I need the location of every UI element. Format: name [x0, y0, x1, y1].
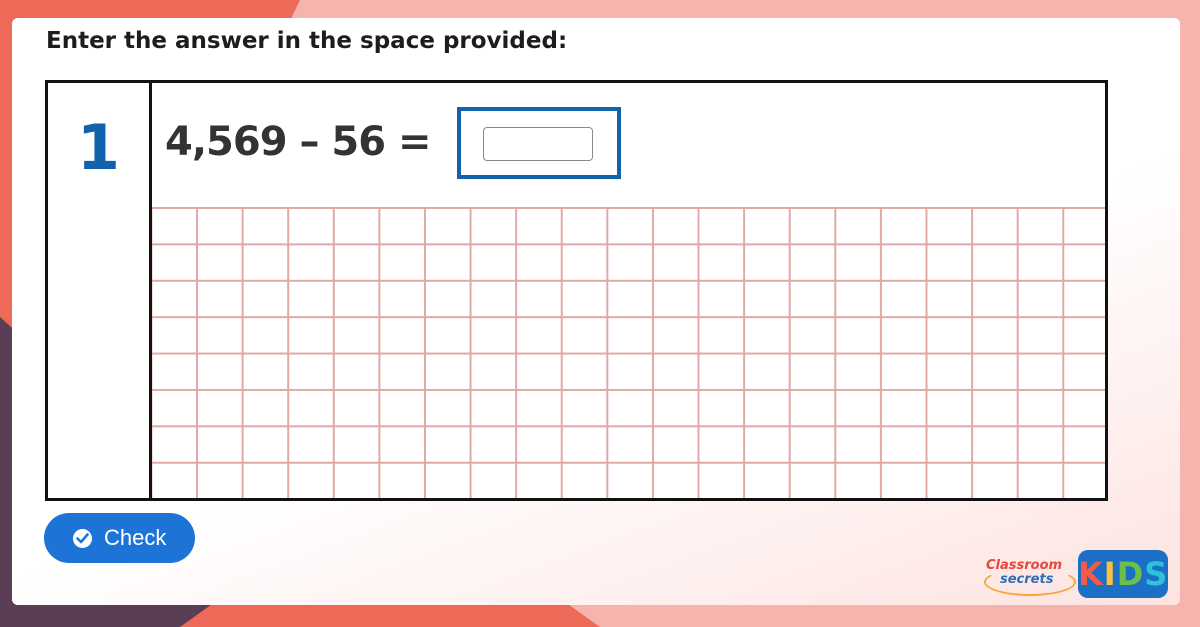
question-card: Enter the answer in the space provided: … — [12, 18, 1180, 605]
answer-frame — [457, 107, 621, 179]
equation-text: 4,569 – 56 = — [165, 119, 431, 165]
instruction-text: Enter the answer in the space provided: — [46, 28, 568, 54]
kids-letter-i: I — [1103, 555, 1117, 593]
classroom-secrets-logo: Classroom secrets — [984, 556, 1076, 596]
question-number: 1 — [76, 111, 121, 184]
check-circle-icon — [73, 529, 92, 548]
question-box: 1 4,569 – 56 = — [45, 80, 1108, 501]
question-number-column: 1 — [48, 83, 152, 498]
kids-letter-k: K — [1078, 555, 1104, 593]
logo-text-classroom: Classroom — [986, 558, 1063, 573]
kids-letter-d: D — [1116, 555, 1145, 593]
working-grid — [152, 207, 1105, 498]
kids-letter-s: S — [1144, 555, 1169, 593]
kids-logo: KIDS — [1078, 550, 1168, 598]
answer-input[interactable] — [483, 127, 593, 161]
logo-text-secrets: secrets — [1000, 572, 1054, 587]
check-button-label: Check — [104, 525, 167, 550]
check-button[interactable]: Check — [44, 513, 195, 563]
